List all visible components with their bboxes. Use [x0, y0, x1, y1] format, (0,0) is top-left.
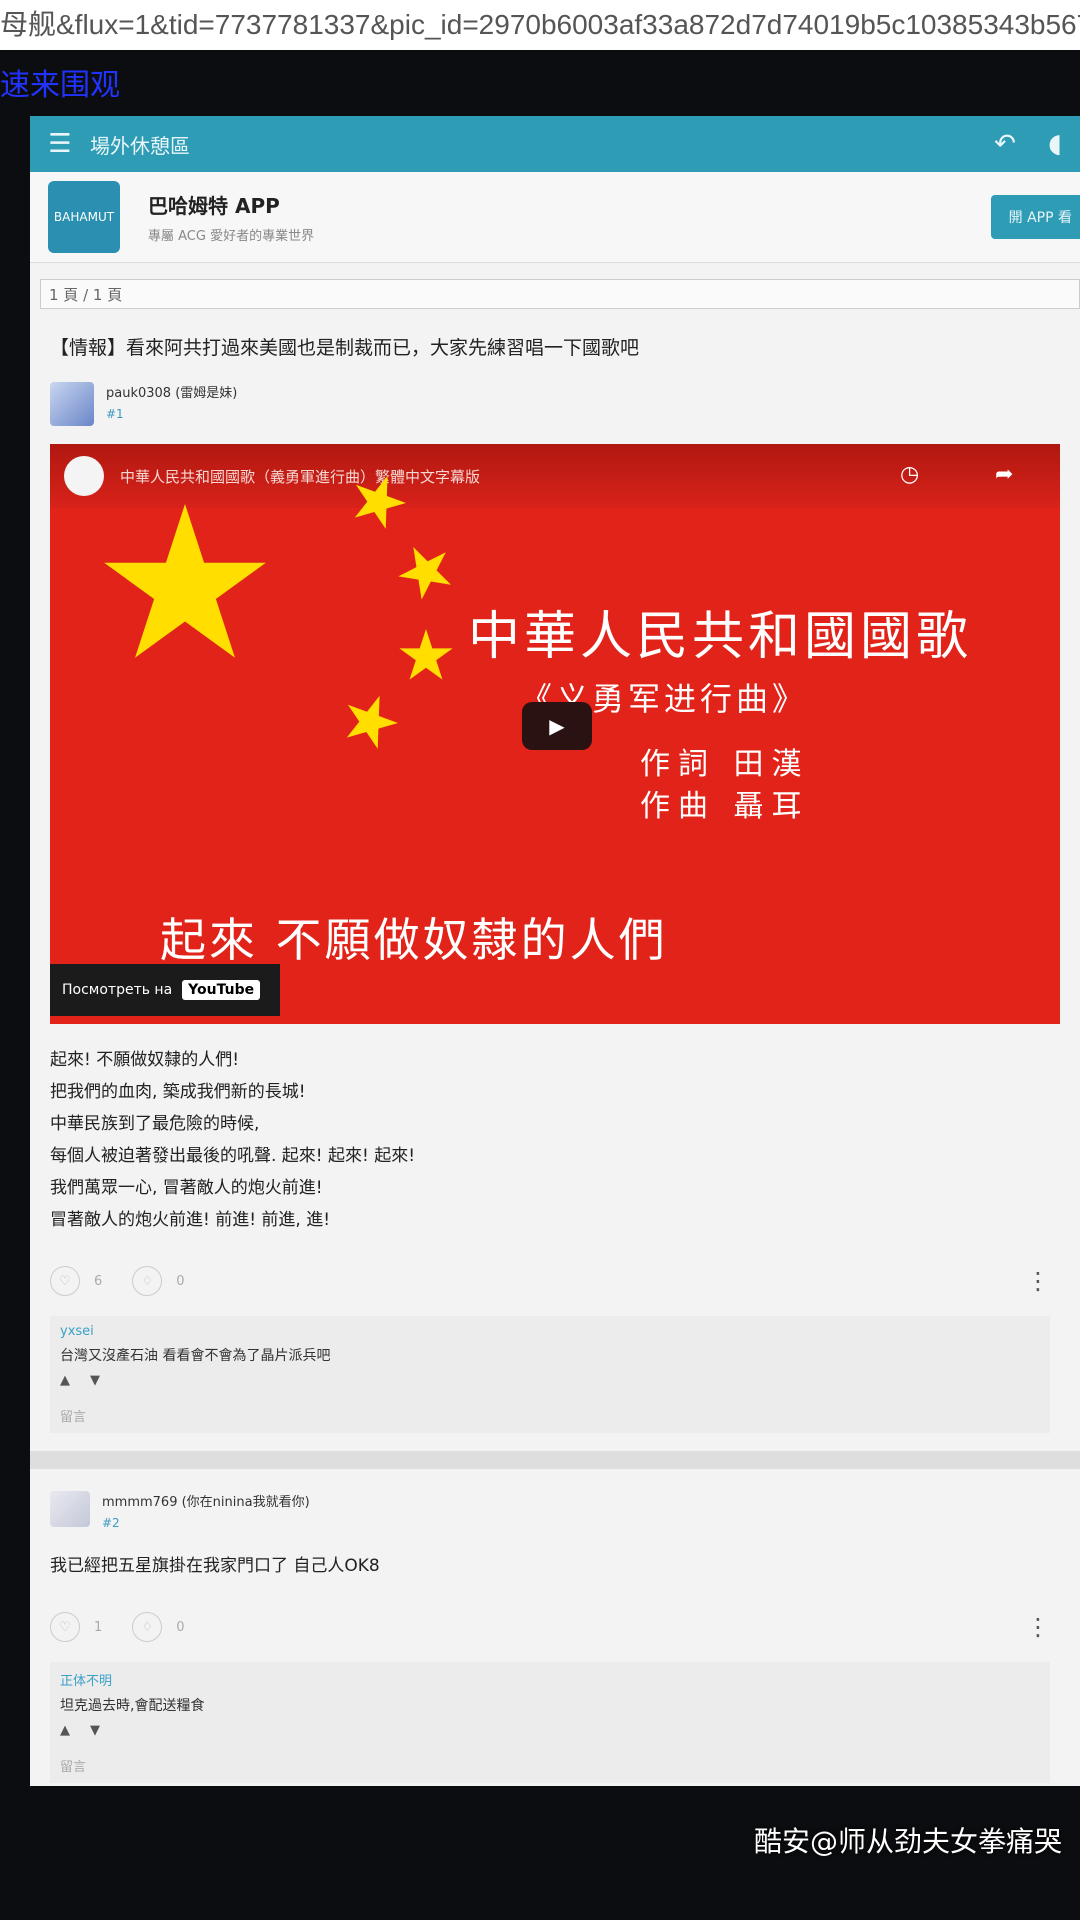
share-icon[interactable]: ➦ [995, 462, 1013, 487]
lyric-line: 冒著敵人的炮火前進! 前進! 前進, 進! [50, 1210, 331, 1230]
forum-top-bar: ☰ 場外休憩區 ↶ ◖ [30, 116, 1080, 172]
comment-votes: ▲▼ [60, 1723, 1050, 1738]
video-title[interactable]: 中華人民共和國國歌（義勇軍進行曲）繁體中文字幕版 [120, 466, 480, 487]
monitor-screen: ☰ 場外休憩區 ↶ ◖ BAHAMUT 巴哈姆特 APP 專屬 ACG 愛好者的… [30, 116, 1080, 1786]
poster-name[interactable]: pauk0308 (雷姆是妹) [106, 382, 237, 401]
thread-title: 【情報】看來阿共打過來美國也是制裁而已，大家先練習唱一下國歌吧 [50, 337, 640, 359]
gp-count: 1 [94, 1619, 103, 1635]
comment-reply-input[interactable]: 留言 [60, 1406, 1050, 1425]
lyric-line: 起來! 不願做奴隸的人們! [50, 1050, 240, 1070]
video-lyric-caption: 起來 不願做奴隸的人們 [160, 913, 668, 967]
more-options-icon[interactable]: ⋮ [1026, 1267, 1050, 1295]
floor-number[interactable]: #1 [106, 407, 237, 421]
video-credits: 作詞 田漢 作曲 聶耳 [640, 744, 810, 828]
floor-number[interactable]: #2 [102, 1516, 310, 1530]
thumb-up-icon[interactable]: ▲ [60, 1373, 90, 1388]
channel-avatar[interactable] [64, 456, 104, 496]
comment-votes: ▲▼ [60, 1373, 1050, 1388]
board-title: 場外休憩區 [90, 133, 190, 158]
speaker-icon[interactable]: ◖ [1030, 129, 1080, 159]
bp-count: 0 [176, 1273, 185, 1289]
video-frame-title: 中華人民共和國國歌 [468, 607, 973, 667]
embedded-video[interactable]: 中華人民共和國國歌（義勇軍進行曲）繁體中文字幕版 ◷ ➦ 中華人民共和國國歌 《… [50, 444, 1060, 1024]
small-star-icon [346, 695, 398, 749]
bp-dislike-icon[interactable]: ♢ [132, 1612, 163, 1642]
comment-user[interactable]: yxsei [60, 1324, 1050, 1339]
page-indicator[interactable]: 1 頁 / 1 頁 [40, 279, 1080, 309]
comment-text: 台灣又沒產石油 看看會不會為了晶片派兵吧 [60, 1348, 331, 1364]
app-description: 專屬 ACG 愛好者的專業世界 [148, 229, 315, 244]
more-options-icon[interactable]: ⋮ [1026, 1613, 1050, 1641]
post-text: 我已經把五星旗掛在我家門口了 自己人OK8 [50, 1556, 380, 1576]
poster-name[interactable]: mmmm769 (你在ninina我就看你) [102, 1491, 310, 1510]
post-1: pauk0308 (雷姆是妹) #1 中華人民共和國國歌（義勇軍進行曲）繁體中文… [30, 382, 1080, 1433]
youtube-logo: YouTube [182, 980, 261, 1000]
avatar[interactable] [50, 382, 94, 426]
bp-count: 0 [176, 1619, 185, 1635]
app-logo: BAHAMUT [48, 181, 120, 253]
comment-block: 正体不明 坦克過去時,會配送糧食 ▲▼ 留言 [50, 1662, 1050, 1783]
bp-dislike-icon[interactable]: ♢ [132, 1266, 163, 1296]
post-body: 起來! 不願做奴隸的人們! 把我們的血肉, 築成我們新的長城! 中華民族到了最危… [50, 1044, 1080, 1236]
comment-text: 坦克過去時,會配送糧食 [60, 1698, 205, 1714]
post-actions: ♡ 1 ♢ 0 ⋮ [50, 1612, 1080, 1642]
gp-like-icon[interactable]: ♡ [50, 1266, 80, 1296]
lyric-line: 每個人被迫著發出最後的吼聲. 起來! 起來! 起來! [50, 1146, 416, 1166]
watch-on-youtube-button[interactable]: Посмотреть на YouTube [50, 964, 280, 1016]
small-star-icon [399, 629, 453, 680]
post-2: mmmm769 (你在ninina我就看你) #2 我已經把五星旗掛在我家門口了… [30, 1491, 1080, 1783]
post-actions: ♡ 6 ♢ 0 ⋮ [50, 1266, 1080, 1296]
gp-count: 6 [94, 1273, 103, 1289]
watch-on-label: Посмотреть на [62, 982, 173, 998]
lyric-line: 中華民族到了最危險的時候, [50, 1114, 260, 1134]
page-link[interactable]: 速来围观 [0, 60, 120, 104]
watermark: 酷安@师从劲夫女拳痛哭 [753, 1825, 1062, 1858]
small-star-icon [354, 475, 406, 529]
comment-reply-input[interactable]: 留言 [60, 1756, 1050, 1775]
lyric-line: 我們萬眾一心, 冒著敵人的炮火前進! [50, 1178, 323, 1198]
app-banner: BAHAMUT 巴哈姆特 APP 專屬 ACG 愛好者的專業世界 開 APP 看 [30, 172, 1080, 263]
clock-icon[interactable]: ◷ [900, 462, 919, 487]
avatar[interactable] [50, 1491, 90, 1527]
large-star-icon [104, 504, 266, 658]
comment-user[interactable]: 正体不明 [60, 1670, 1050, 1689]
browser-url-bar[interactable]: 母舰&flux=1&tid=7737781337&pic_id=2970b600… [0, 0, 1080, 50]
hamburger-menu-icon[interactable]: ☰ [30, 129, 90, 159]
lyric-line: 把我們的血肉, 築成我們新的長城! [50, 1082, 306, 1102]
small-star-icon [398, 547, 451, 600]
open-app-button[interactable]: 開 APP 看 [990, 195, 1080, 239]
thumb-down-icon[interactable]: ▼ [90, 1373, 120, 1388]
thumb-down-icon[interactable]: ▼ [90, 1723, 120, 1738]
credit-lyrics: 作詞 田漢 [640, 747, 810, 782]
app-name: 巴哈姆特 APP [148, 194, 280, 218]
play-button[interactable]: ▶ [522, 702, 592, 750]
comment-block: yxsei 台灣又沒產石油 看看會不會為了晶片派兵吧 ▲▼ 留言 [50, 1316, 1050, 1433]
post-body: 我已經把五星旗掛在我家門口了 自己人OK8 [50, 1550, 1080, 1582]
credit-music: 作曲 聶耳 [640, 789, 810, 824]
post-divider [30, 1451, 1080, 1469]
gp-like-icon[interactable]: ♡ [50, 1612, 80, 1642]
thumb-up-icon[interactable]: ▲ [60, 1723, 90, 1738]
reply-arrow-icon[interactable]: ↶ [980, 129, 1030, 159]
